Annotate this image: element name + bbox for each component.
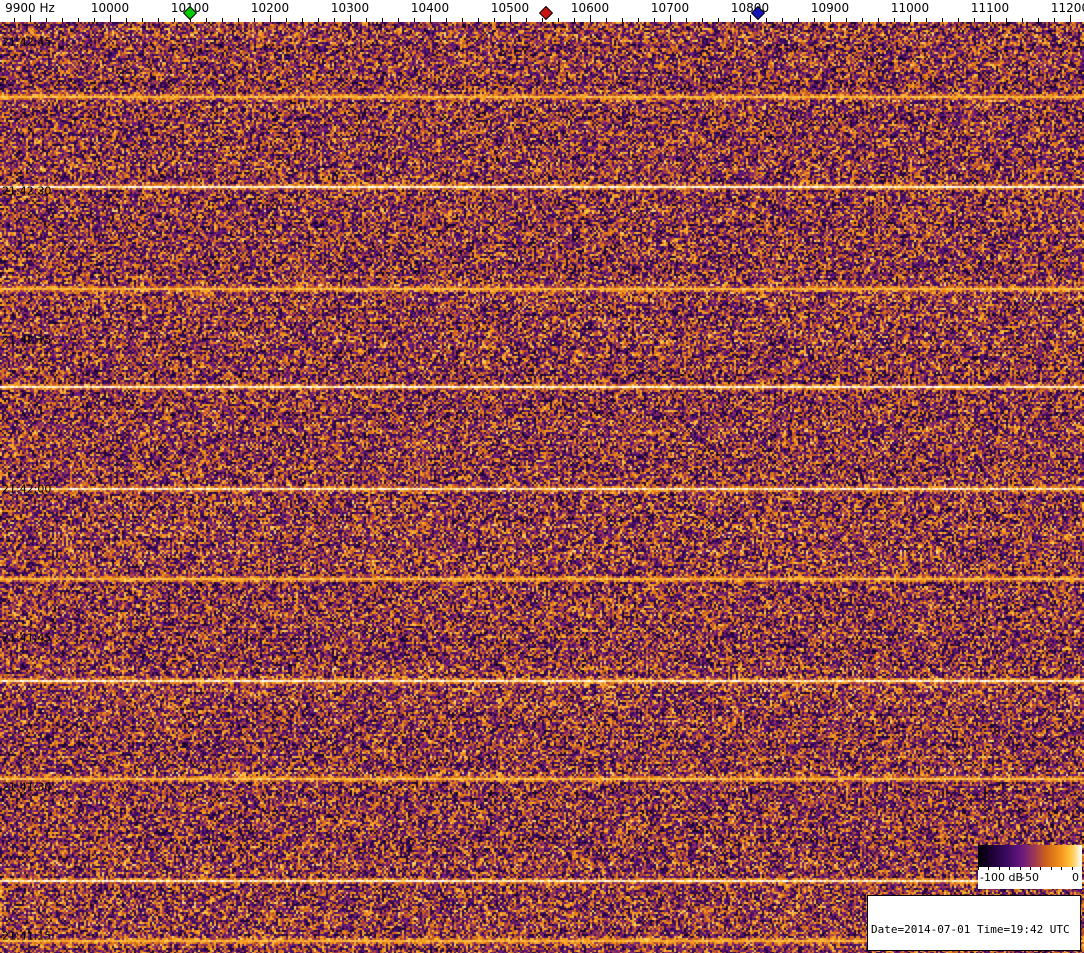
freq-axis-label: 10600 [571,1,609,15]
frequency-axis[interactable]: 9900 Hz100001010010200103001040010500106… [0,0,1084,22]
freq-tick [590,15,591,22]
freq-axis-label: 11000 [891,1,929,15]
waterfall-display: 21:42:4521:42:3021:42:1521:42:0021:41:45… [0,22,1084,953]
freq-tick [670,15,671,22]
freq-tick [750,15,751,22]
freq-tick [350,15,351,22]
colorbar-gradient [978,845,1082,867]
colorbar-labels: -100 dB -50 0 [978,870,1082,889]
freq-tick [830,15,831,22]
freq-axis-label: 10000 [91,1,129,15]
freq-axis-label: 10700 [651,1,689,15]
freq-axis-label: 10300 [331,1,369,15]
freq-tick [430,15,431,22]
freq-axis-label: 9900 Hz [5,1,55,15]
freq-tick [110,15,111,22]
waterfall-canvas [0,22,1084,953]
info-line-date: Date=2014-07-01 Time=19:42 UTC [871,923,1077,936]
info-box: Date=2014-07-01 Time=19:42 UTC Freq=143 … [867,895,1081,951]
spectrogram-window: 9900 Hz100001010010200103001040010500106… [0,0,1084,953]
freq-tick [1070,15,1071,22]
colorbar-label-mid: -50 [1021,871,1039,884]
colorbar: -100 dB -50 0 [978,845,1082,889]
freq-axis-label: 10900 [811,1,849,15]
colorbar-label-max: 0 [1072,871,1079,884]
colorbar-label-min: -100 dB [980,871,1023,884]
freq-tick [30,15,31,22]
freq-axis-label: 10200 [251,1,289,15]
freq-axis-label: 11200 [1051,1,1084,15]
colorbar-tick [1082,867,1083,870]
freq-tick [990,15,991,22]
freq-tick [270,15,271,22]
freq-axis-label: 10500 [491,1,529,15]
freq-axis-label: 11100 [971,1,1009,15]
freq-axis-label: 10400 [411,1,449,15]
freq-tick [910,15,911,22]
freq-tick [510,15,511,22]
